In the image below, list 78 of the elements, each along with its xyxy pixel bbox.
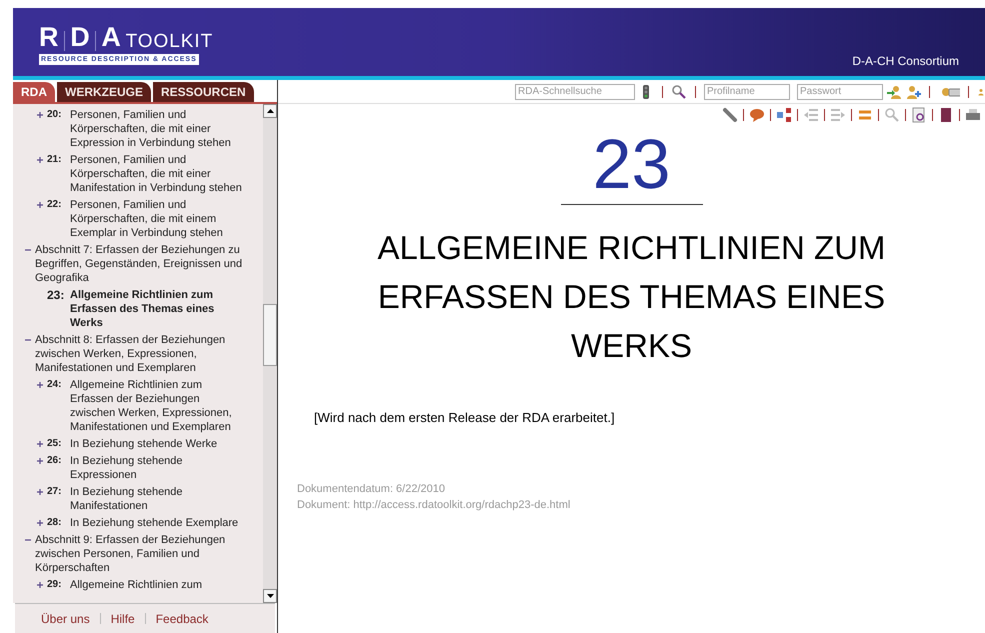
chapter-item[interactable]: 27: In Beziehung stehende Manifestationen [13, 485, 263, 513]
scrollbar[interactable] [263, 104, 277, 603]
chapter-item[interactable]: 20: Personen, Familien und Körperschaften, die mit einer Expression in Verbindung stehen [13, 108, 263, 150]
chapter-title: Personen, Familien und Körperschaften, die mit einem Exemplar in Verbindung stehen [70, 198, 224, 240]
expand-plus-icon[interactable] [37, 458, 43, 464]
chapter-number: 25: [47, 437, 62, 451]
scroll-up-icon[interactable] [263, 104, 277, 118]
document-search-icon[interactable] [911, 107, 927, 123]
scroll-down-icon[interactable] [263, 589, 277, 603]
nav-tab[interactable]: RDA [13, 82, 55, 102]
chapter-number: 27: [47, 485, 62, 499]
expand-plus-icon[interactable] [37, 441, 43, 447]
chapter-title: Allgemeine Richtlinien zum Erfassen der Beziehungen zwischen Werken, Expressionen, Manifestationen und Exemplaren [70, 378, 233, 434]
document-url: Dokument: http://access.rdatoolkit.org/rdachp23-de.html [297, 498, 572, 513]
print-icon[interactable] [965, 107, 981, 123]
chapter-title: Allgemeine Richtlinien zum [70, 578, 202, 592]
expand-plus-icon[interactable] [37, 489, 43, 495]
quick-search-field[interactable]: RDA-Schnellsuche [515, 84, 635, 100]
chapter-item[interactable]: 23: Allgemeine Richtlinien zum Erfassen des Themas eines Werks [13, 288, 263, 330]
chapter-title: Personen, Familien und Körperschaften, die mit einer Expression in Verbindung stehen [70, 108, 232, 150]
share-icon[interactable] [776, 107, 792, 123]
chapter-item[interactable]: 21: Personen, Familien und Körperschaften, die mit einer Manifestation in Verbindung stehen [13, 153, 263, 195]
chapter-item[interactable]: 25: In Beziehung stehende Werke [13, 437, 263, 451]
collapse-minus-icon[interactable] [25, 539, 31, 541]
chapter-number: 21: [47, 153, 62, 167]
scroll-thumb[interactable] [263, 304, 277, 366]
expand-plus-icon[interactable] [37, 520, 43, 526]
chapter-item[interactable]: 26: In Beziehung stehende Expressionen [13, 454, 263, 482]
password-field[interactable]: Passwort [797, 84, 883, 100]
chapter-item[interactable]: 28: In Beziehung stehende Exemplare [13, 516, 263, 530]
body-text: [Wird nach dem ersten Release der RDA erarbeitet.] [314, 409, 616, 427]
section-title: Abschnitt 7: Erfassen der Beziehungen zu Begriffen, Gegenständen, Ereignissen und Geografika [35, 243, 244, 285]
user-plus-icon[interactable] [905, 84, 921, 100]
logo-letter: A [101, 24, 122, 51]
nav-tab[interactable]: WERKZEUGE [57, 82, 151, 102]
section-item[interactable]: Abschnitt 8: Erfassen der Beziehungen zwischen Werken, Expressionen, Manifestationen und Exemplaren [13, 333, 263, 375]
expand-plus-icon[interactable] [37, 157, 43, 163]
speech-bubble-icon[interactable] [749, 107, 765, 123]
chapter-number: 20: [47, 108, 62, 122]
chapter-number: 26: [47, 454, 62, 468]
chapter-title: In Beziehung stehende Expressionen [70, 454, 184, 482]
chapter-number: 22: [47, 198, 62, 212]
nav-tab[interactable]: RESSOURCEN [153, 82, 254, 102]
section-item[interactable]: Abschnitt 7: Erfassen der Beziehungen zu Begriffen, Gegenständen, Ereignissen und Geografika [13, 243, 263, 285]
logo-word: TOOLKIT [126, 32, 214, 51]
chapter-number: 28: [47, 516, 62, 530]
chapter-title: Allgemeine Richtlinien zum Erfassen des Themas eines Werks [70, 288, 216, 330]
chapter-number-heading: 23 [592, 126, 670, 202]
collapse-minus-icon[interactable] [25, 249, 31, 251]
expand-plus-icon[interactable] [37, 582, 43, 588]
logo-letter: D [70, 24, 90, 51]
profile-name-field[interactable]: Profilname [704, 84, 790, 100]
search-icon[interactable] [671, 84, 687, 100]
footer-link[interactable]: Über uns [41, 610, 90, 628]
chapter-title: Personen, Familien und Körperschaften, die mit einer Manifestation in Verbindung stehen [70, 153, 243, 195]
consortium-label: D-A-CH Consortium [852, 53, 959, 70]
section-title: Abschnitt 8: Erfassen der Beziehungen zwischen Werken, Expressionen, Manifestationen und Exemplaren [35, 333, 226, 375]
footer-link[interactable]: Hilfe [110, 610, 135, 628]
collapse-minus-icon[interactable] [25, 339, 31, 341]
expand-plus-icon[interactable] [37, 382, 43, 388]
chapter-number: 29: [47, 578, 62, 592]
expand-plus-icon[interactable] [37, 202, 43, 208]
chapter-number: 23: [47, 288, 66, 304]
section-item[interactable]: Abschnitt 9: Erfassen der Beziehungen zwischen Personen, Familien und Körperschaften [13, 533, 263, 575]
chapter-item[interactable]: 24: Allgemeine Richtlinien zum Erfassen der Beziehungen zwischen Werken, Expressionen, Manifestationen und Exemplaren [13, 378, 263, 434]
expand-plus-icon[interactable] [37, 112, 43, 118]
chapter-item[interactable]: 29: Allgemeine Richtlinien zum [13, 578, 263, 592]
logo-letter: R [39, 24, 60, 51]
chapter-title: In Beziehung stehende Manifestationen [70, 485, 184, 513]
user-arrow-icon[interactable] [886, 84, 902, 100]
chapter-item[interactable]: 22: Personen, Familien und Körperschaften, die mit einem Exemplar in Verbindung stehen [13, 198, 263, 240]
chapter-title: In Beziehung stehende Exemplare [70, 516, 238, 530]
document-date: Dokumentendatum: 6/22/2010 [297, 482, 446, 496]
section-title: Abschnitt 9: Erfassen der Beziehungen zwischen Personen, Familien und Körperschaften [35, 533, 226, 575]
footer-link[interactable]: Feedback [156, 610, 208, 628]
chapter-number: 24: [47, 378, 62, 392]
chapter-title: In Beziehung stehende Werke [70, 437, 218, 451]
chapter-title-heading: ALLGEMEINE RICHTLINIEN ZUM ERFASSEN DES THEMAS EINES WERKS [376, 228, 886, 366]
